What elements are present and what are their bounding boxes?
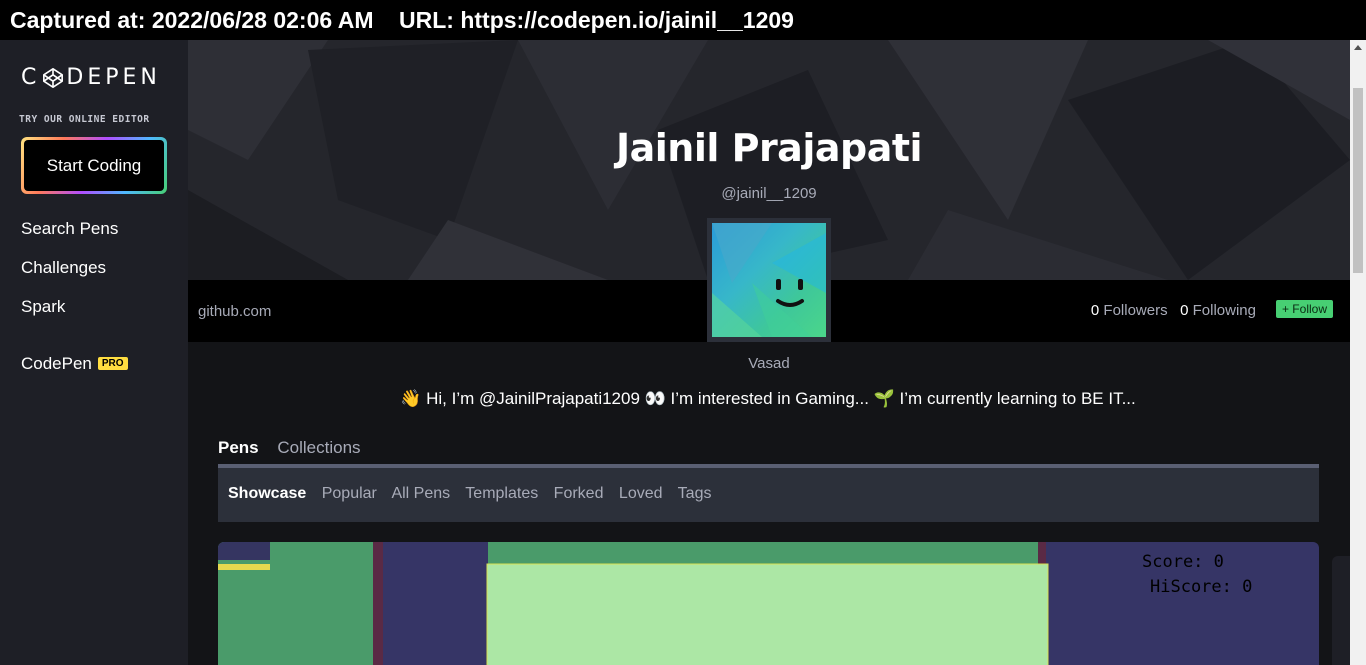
profile-main: Jainil Prajapati @jainil__1209 github.co… <box>188 40 1350 665</box>
subnav-tags[interactable]: Tags <box>678 485 712 502</box>
subnav-all-pens[interactable]: All Pens <box>391 485 450 502</box>
score-text: Score: 0 <box>1142 552 1224 572</box>
page-scrollbar[interactable] <box>1350 40 1366 665</box>
nav-spark[interactable]: Spark <box>21 297 65 317</box>
try-editor-label: TRY OUR ONLINE EDITOR <box>19 114 150 125</box>
codepen-cube-icon <box>43 67 64 88</box>
start-coding-button[interactable]: Start Coding <box>21 137 167 194</box>
subnav-forked[interactable]: Forked <box>554 485 604 502</box>
follow-stats: 0 Followers 0 Following <box>1091 302 1256 319</box>
followers-count: 0 <box>1090 302 1100 319</box>
codepen-pro-label: CodePen <box>21 354 92 373</box>
profile-name: Jainil Prajapati <box>615 126 923 170</box>
pens-subnav: Showcase Popular All Pens Templates Fork… <box>218 464 1319 522</box>
nav-challenges[interactable]: Challenges <box>21 258 106 278</box>
pen-preview-game: Score: 0 HiScore: 0 <box>218 542 1252 665</box>
subnav-templates[interactable]: Templates <box>465 485 538 502</box>
subnav-loved[interactable]: Loved <box>619 485 663 502</box>
avatar-image <box>712 223 826 337</box>
pro-badge: PRO <box>97 357 128 370</box>
followers-link[interactable]: 0 Followers <box>1091 302 1168 319</box>
following-count: 0 <box>1180 302 1189 319</box>
smiley-face-icon <box>712 223 826 337</box>
profile-website-link[interactable]: github.com <box>198 303 271 320</box>
profile-tabs: Pens Collections <box>218 438 375 458</box>
scrollbar-thumb[interactable] <box>1353 88 1363 273</box>
capture-info-bar: Captured at: 2022/06/28 02:06 AM URL: ht… <box>0 0 1366 40</box>
logo-letters-depen: DEPEN <box>66 65 161 90</box>
sidebar: C DEPEN TRY OUR ONLINE EDITOR Start Codi… <box>0 40 188 665</box>
following-label: Following <box>1192 302 1256 319</box>
profile-handle: @jainil__1209 <box>721 185 817 202</box>
tab-collections[interactable]: Collections <box>277 438 360 457</box>
avatar <box>707 218 831 342</box>
tab-pens[interactable]: Pens <box>218 438 259 457</box>
scroll-up-arrow-icon[interactable] <box>1354 45 1362 50</box>
subnav-showcase[interactable]: Showcase <box>228 485 306 502</box>
profile-bio: 👋 Hi, I’m @JainilPrajapati1209 👀 I’m int… <box>400 389 1136 408</box>
profile-location: Vasad <box>748 355 790 372</box>
nav-search-pens[interactable]: Search Pens <box>21 219 118 239</box>
follow-button[interactable]: + Follow <box>1275 300 1333 318</box>
nav-codepen-pro[interactable]: CodePen PRO <box>21 354 128 374</box>
logo-letter-c: C <box>21 65 41 90</box>
followers-label: Followers <box>1103 302 1168 319</box>
start-coding-label: Start Coding <box>24 140 164 191</box>
pen-preview-card[interactable]: Score: 0 HiScore: 0 <box>218 542 1319 665</box>
next-pen-card-edge <box>1332 556 1350 665</box>
subnav-popular[interactable]: Popular <box>322 485 377 502</box>
following-link[interactable]: 0 Following <box>1180 302 1256 319</box>
codepen-logo[interactable]: C DEPEN <box>21 65 161 90</box>
hiscore-text: HiScore: 0 <box>1150 577 1252 597</box>
